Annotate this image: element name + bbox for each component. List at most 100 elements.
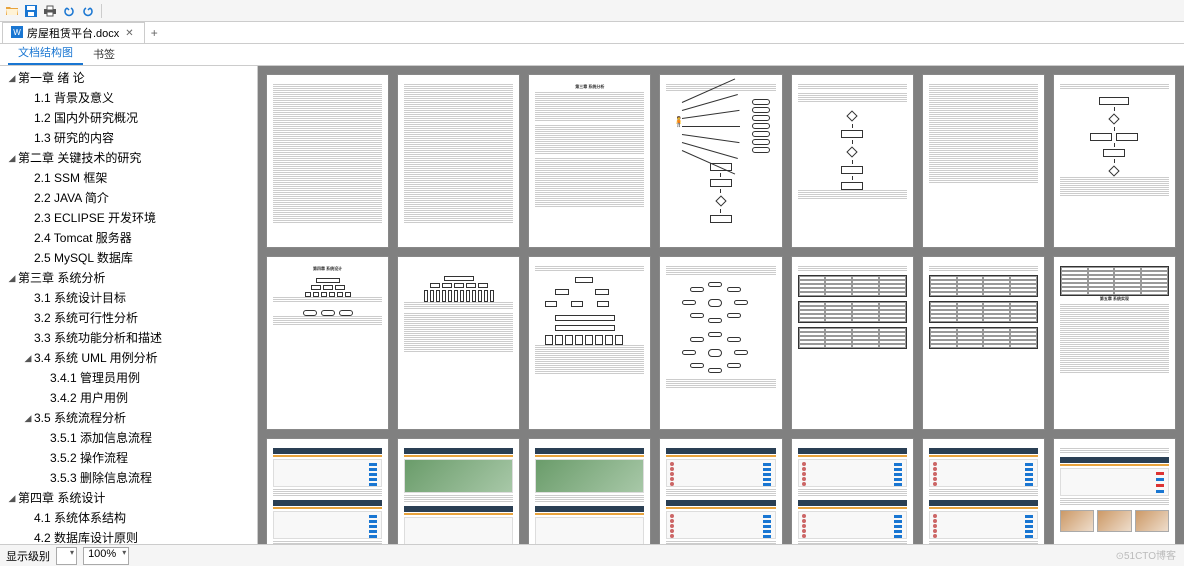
svg-text:W: W <box>13 28 21 37</box>
outline-label: 3.4.2 用户用例 <box>50 388 128 408</box>
outline-node[interactable]: 3.1 系统设计目标 <box>0 288 257 308</box>
outline-label: 1.1 背景及意义 <box>34 88 114 108</box>
outline-node[interactable]: 3.5.1 添加信息流程 <box>0 428 257 448</box>
document-tabs: W 房屋租赁平台.docx ✕ + <box>0 22 1184 44</box>
folder-open-icon[interactable] <box>4 3 20 19</box>
watermark: ⊙51CTO博客 <box>1116 547 1176 562</box>
outline-label: 第四章 系统设计 <box>18 488 105 508</box>
page-thumbnail[interactable] <box>266 438 389 544</box>
tab-structure[interactable]: 文档结构图 <box>8 41 83 65</box>
close-icon[interactable]: ✕ <box>123 28 135 39</box>
outline-label: 3.3 系统功能分析和描述 <box>34 328 162 348</box>
side-panel-tabs: 文档结构图 书签 <box>0 44 1184 66</box>
outline-label: 3.1 系统设计目标 <box>34 288 126 308</box>
outline-node[interactable]: 2.3 ECLIPSE 开发环境 <box>0 208 257 228</box>
page-thumbnail[interactable] <box>1053 74 1176 248</box>
tab-bookmarks[interactable]: 书签 <box>83 43 125 65</box>
outline-node[interactable]: ◢3.4 系统 UML 用例分析 <box>0 348 257 368</box>
outline-label: 3.5 系统流程分析 <box>34 408 126 428</box>
zoom-combo[interactable]: 100% <box>83 547 129 565</box>
outline-node[interactable]: 3.2 系统可行性分析 <box>0 308 257 328</box>
outline-tree: ◢第一章 绪 论1.1 背景及意义1.2 国内外研究概况1.3 研究的内容◢第二… <box>0 66 257 544</box>
outline-node[interactable]: ◢3.5 系统流程分析 <box>0 408 257 428</box>
print-icon[interactable] <box>42 3 58 19</box>
outline-label: 1.3 研究的内容 <box>34 128 114 148</box>
page-thumbnail[interactable] <box>397 438 520 544</box>
page-thumbnail[interactable] <box>397 256 520 430</box>
outline-node[interactable]: ◢第一章 绪 论 <box>0 68 257 88</box>
page-thumbnail[interactable]: 第三章 系统分析 <box>528 74 651 248</box>
outline-label: 第一章 绪 论 <box>18 68 85 88</box>
page-thumbnail[interactable] <box>791 438 914 544</box>
outline-node[interactable]: ◢第四章 系统设计 <box>0 488 257 508</box>
page-thumbnail[interactable]: 第四章 系统设计 <box>266 256 389 430</box>
outline-node[interactable]: ◢第二章 关键技术的研究 <box>0 148 257 168</box>
page-thumbnail[interactable] <box>659 438 782 544</box>
page-thumbnail[interactable] <box>1053 438 1176 544</box>
level-combo[interactable] <box>56 547 77 565</box>
page-thumbnail[interactable] <box>528 438 651 544</box>
outline-label: 4.1 系统体系结构 <box>34 508 126 528</box>
page-thumbnail[interactable] <box>791 74 914 248</box>
outline-label: 2.4 Tomcat 服务器 <box>34 228 132 248</box>
main-toolbar <box>0 0 1184 22</box>
outline-node[interactable]: 2.2 JAVA 简介 <box>0 188 257 208</box>
page-thumbnail[interactable] <box>266 74 389 248</box>
outline-node[interactable]: 2.1 SSM 框架 <box>0 168 257 188</box>
page-thumbnail[interactable] <box>397 74 520 248</box>
toolbar-separator <box>101 4 102 18</box>
save-icon[interactable] <box>23 3 39 19</box>
outline-node[interactable]: 2.5 MySQL 数据库 <box>0 248 257 268</box>
page-thumbnail[interactable] <box>659 256 782 430</box>
outline-node[interactable]: 1.3 研究的内容 <box>0 128 257 148</box>
outline-node[interactable]: 1.1 背景及意义 <box>0 88 257 108</box>
outline-node[interactable]: ◢第三章 系统分析 <box>0 268 257 288</box>
document-tab[interactable]: W 房屋租赁平台.docx ✕ <box>2 22 145 43</box>
outline-node[interactable]: 3.4.2 用户用例 <box>0 388 257 408</box>
collapse-icon[interactable]: ◢ <box>6 488 18 508</box>
add-tab-button[interactable]: + <box>145 26 164 40</box>
collapse-icon[interactable]: ◢ <box>6 148 18 168</box>
outline-label: 1.2 国内外研究概况 <box>34 108 138 128</box>
page-thumbnail[interactable] <box>922 74 1045 248</box>
outline-node[interactable]: 4.1 系统体系结构 <box>0 508 257 528</box>
outline-node[interactable]: 4.2 数据库设计原则 <box>0 528 257 544</box>
outline-label: 2.1 SSM 框架 <box>34 168 107 188</box>
outline-node[interactable]: 3.5.3 删除信息流程 <box>0 468 257 488</box>
collapse-icon[interactable]: ◢ <box>6 68 18 88</box>
status-bar: 显示级别 100% <box>0 544 1184 566</box>
outline-label: 第二章 关键技术的研究 <box>18 148 141 168</box>
collapse-icon[interactable]: ◢ <box>6 268 18 288</box>
redo-icon[interactable] <box>80 3 96 19</box>
outline-label: 3.5.3 删除信息流程 <box>50 468 152 488</box>
outline-node[interactable]: 1.2 国内外研究概况 <box>0 108 257 128</box>
outline-label: 第三章 系统分析 <box>18 268 105 288</box>
outline-label: 3.4.1 管理员用例 <box>50 368 140 388</box>
page-thumbnail[interactable] <box>528 256 651 430</box>
tab-title: 房屋租赁平台.docx <box>27 25 119 41</box>
outline-label: 2.5 MySQL 数据库 <box>34 248 133 268</box>
page-thumbnail[interactable]: 🧍 <box>659 74 782 248</box>
page-thumbnail[interactable]: 第五章 系统实现 <box>1053 256 1176 430</box>
page-thumbnails-area[interactable]: 第三章 系统分析🧍 第四章 系统设计 第五章 系统实现 <box>258 66 1184 544</box>
outline-sidebar: ◢第一章 绪 论1.1 背景及意义1.2 国内外研究概况1.3 研究的内容◢第二… <box>0 66 258 544</box>
outline-label: 3.5.2 操作流程 <box>50 448 128 468</box>
outline-label: 3.5.1 添加信息流程 <box>50 428 152 448</box>
outline-node[interactable]: 3.5.2 操作流程 <box>0 448 257 468</box>
level-label: 显示级别 <box>6 548 50 564</box>
collapse-icon[interactable]: ◢ <box>22 348 34 368</box>
outline-label: 3.4 系统 UML 用例分析 <box>34 348 158 368</box>
undo-icon[interactable] <box>61 3 77 19</box>
outline-label: 4.2 数据库设计原则 <box>34 528 138 544</box>
page-thumbnail[interactable] <box>791 256 914 430</box>
word-doc-icon: W <box>11 26 23 41</box>
page-thumbnail[interactable] <box>922 256 1045 430</box>
outline-node[interactable]: 2.4 Tomcat 服务器 <box>0 228 257 248</box>
outline-label: 2.3 ECLIPSE 开发环境 <box>34 208 156 228</box>
page-thumbnail[interactable] <box>922 438 1045 544</box>
collapse-icon[interactable]: ◢ <box>22 408 34 428</box>
outline-node[interactable]: 3.4.1 管理员用例 <box>0 368 257 388</box>
outline-label: 3.2 系统可行性分析 <box>34 308 138 328</box>
outline-node[interactable]: 3.3 系统功能分析和描述 <box>0 328 257 348</box>
outline-label: 2.2 JAVA 简介 <box>34 188 109 208</box>
